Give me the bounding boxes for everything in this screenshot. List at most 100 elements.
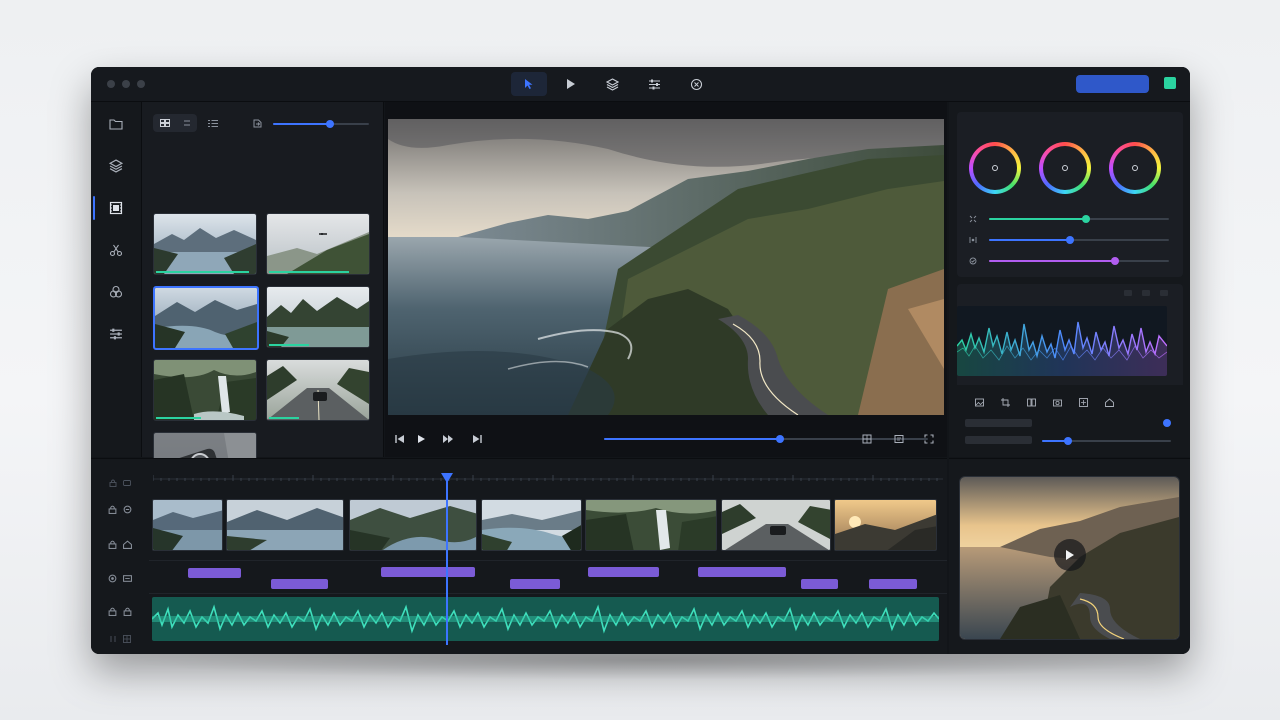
effect-name-field[interactable]: [965, 419, 1032, 427]
sidebar: [91, 102, 142, 457]
gain-color-wheel[interactable]: [1109, 142, 1161, 194]
effect-clip[interactable]: [801, 579, 838, 589]
skip-forward-icon: [473, 435, 482, 443]
timeline-ruler-ticks: [152, 475, 943, 481]
lock-icon[interactable]: [108, 505, 117, 514]
adjust-tool-button[interactable]: [636, 72, 672, 96]
panel-close-button[interactable]: [1160, 290, 1168, 296]
record-icon: [690, 78, 702, 90]
video-track-2-header: [91, 534, 149, 554]
panel-menu-button[interactable]: [1124, 290, 1132, 296]
skip-forward-button[interactable]: [469, 431, 485, 447]
saturation-slider[interactable]: [989, 257, 1169, 265]
contrast-slider[interactable]: [989, 215, 1169, 223]
select-tool-button[interactable]: [511, 72, 547, 96]
link-icon[interactable]: [123, 479, 131, 487]
list-icon[interactable]: [183, 119, 191, 127]
play-tool-button[interactable]: [552, 72, 588, 96]
detail-list-icon[interactable]: [208, 119, 218, 128]
lake-mountains-image: [154, 214, 256, 274]
sidebar-item-media[interactable]: [91, 104, 141, 144]
media-clip-thumbnail[interactable]: [153, 213, 257, 275]
timeline-video-clip[interactable]: [721, 499, 831, 551]
effect-toggle[interactable]: [1163, 419, 1171, 427]
media-clip-thumbnail[interactable]: [266, 286, 370, 348]
home-icon[interactable]: [123, 539, 132, 549]
audio-waveform: [152, 604, 939, 634]
waveform-scope: [957, 306, 1167, 376]
effect-clip[interactable]: [188, 568, 241, 578]
media-clip-thumbnail[interactable]: [153, 359, 257, 421]
lock-icon[interactable]: [108, 540, 117, 549]
sidebar-item-adjust[interactable]: [91, 314, 141, 354]
effect-clip[interactable]: [510, 579, 560, 589]
output-preview[interactable]: [959, 476, 1180, 640]
gamma-color-wheel[interactable]: [1039, 142, 1091, 194]
timeline-video-clip[interactable]: [585, 499, 717, 551]
timeline-video-clip[interactable]: [226, 499, 344, 551]
window-maximize-button[interactable]: [137, 80, 145, 88]
skip-back-button[interactable]: [392, 431, 408, 447]
fullscreen-button[interactable]: [924, 431, 934, 449]
timeline-playhead[interactable]: [446, 475, 448, 645]
preview-play-button[interactable]: [1054, 539, 1086, 571]
timeline-video-clip[interactable]: [152, 499, 223, 551]
layer-tool-button[interactable]: [1079, 394, 1088, 412]
crop-tool-button[interactable]: [1001, 394, 1010, 412]
sidebar-item-layers[interactable]: [91, 146, 141, 186]
grid-icon[interactable]: [159, 119, 170, 127]
crop-icon: [1001, 398, 1010, 407]
window-close-button[interactable]: [107, 80, 115, 88]
media-clip-thumbnail[interactable]: [266, 359, 370, 421]
effect-clip[interactable]: [588, 567, 659, 577]
crop-button[interactable]: [862, 431, 872, 449]
effect-clip[interactable]: [869, 579, 917, 589]
lock-icon[interactable]: [109, 479, 117, 487]
sidebar-item-cut[interactable]: [91, 230, 141, 270]
panel-expand-button[interactable]: [1142, 290, 1150, 296]
visibility-icon[interactable]: [123, 505, 132, 514]
play-button[interactable]: [413, 431, 429, 447]
home-tool-button[interactable]: [1105, 394, 1114, 412]
effect-clip[interactable]: [381, 567, 475, 577]
temperature-slider[interactable]: [989, 236, 1169, 244]
window-minimize-button[interactable]: [122, 80, 130, 88]
timeline-ruler[interactable]: [152, 467, 943, 483]
sidebar-item-clips[interactable]: [91, 188, 141, 228]
camera-tool-button[interactable]: [1053, 394, 1062, 412]
media-clip-thumbnail[interactable]: [266, 213, 370, 275]
compare-icon: [1027, 398, 1036, 407]
effects-icon[interactable]: [108, 574, 117, 583]
sidebar-item-color[interactable]: [91, 272, 141, 312]
compare-tool-button[interactable]: [1027, 394, 1036, 412]
river-bend-image: [482, 500, 581, 550]
forest-lake-image: [267, 287, 369, 347]
view-mode-toggle[interactable]: [153, 114, 197, 132]
effects-tool-button[interactable]: [678, 72, 714, 96]
caption-icon[interactable]: [123, 574, 132, 583]
effect-clip[interactable]: [698, 567, 786, 577]
lock-icon[interactable]: [123, 607, 132, 616]
audio-clip[interactable]: [152, 597, 939, 641]
timeline-video-clip[interactable]: [481, 499, 582, 551]
export-button[interactable]: [1076, 75, 1149, 93]
effect-value-field[interactable]: [965, 436, 1032, 444]
timeline-video-clip[interactable]: [349, 499, 477, 551]
timeline-video-clip[interactable]: [834, 499, 937, 551]
lift-color-wheel[interactable]: [969, 142, 1021, 194]
fast-forward-button[interactable]: [440, 431, 456, 447]
media-clip-thumbnail[interactable]: [153, 286, 259, 350]
lock-icon[interactable]: [108, 607, 117, 616]
effect-clip[interactable]: [271, 579, 328, 589]
image-tool-button[interactable]: [975, 394, 984, 412]
import-icon[interactable]: [253, 119, 262, 128]
split-icon[interactable]: [109, 635, 117, 643]
program-preview[interactable]: [388, 119, 944, 415]
effect-amount-slider[interactable]: [1042, 437, 1171, 445]
grid-icon[interactable]: [123, 635, 131, 643]
playback-scrubber[interactable]: [604, 435, 928, 443]
safe-area-button[interactable]: [894, 431, 904, 449]
thumbnail-size-slider[interactable]: [273, 120, 369, 128]
river-valley-image: [350, 500, 476, 550]
layers-tool-button[interactable]: [594, 72, 630, 96]
